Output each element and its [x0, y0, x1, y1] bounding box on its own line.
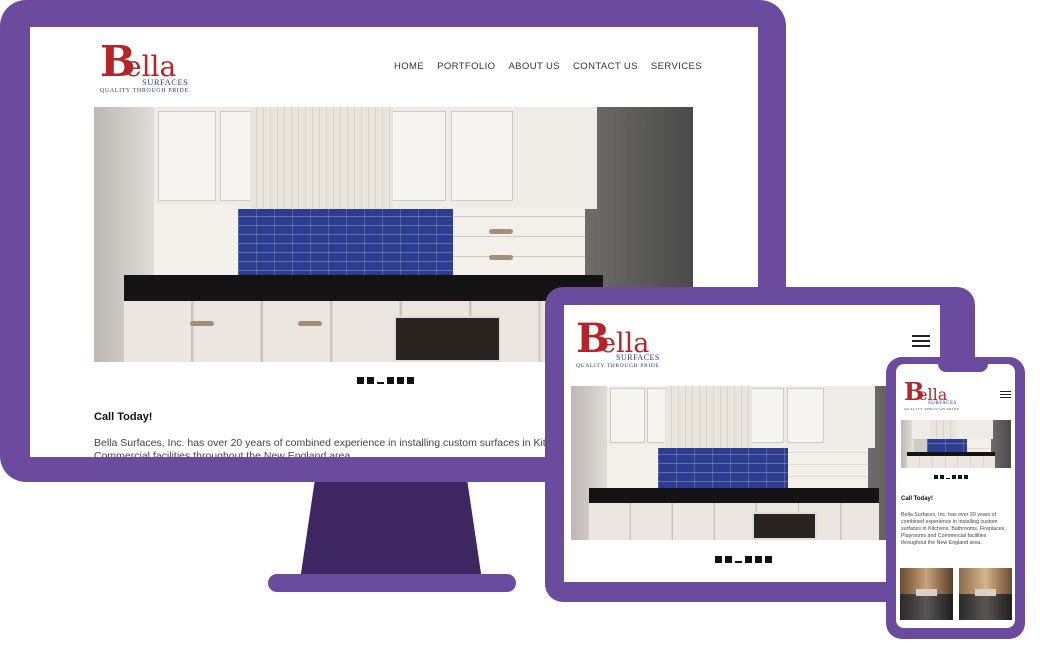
slide-dot[interactable]: [964, 475, 968, 479]
portfolio-thumbnail[interactable]: [959, 568, 1012, 620]
nav-item-portfolio[interactable]: PORTFOLIO: [437, 61, 495, 72]
nav-item-home[interactable]: HOME: [394, 61, 424, 72]
nav-item-contact-us[interactable]: CONTACT US: [573, 61, 638, 72]
hamburger-menu-icon[interactable]: [912, 335, 930, 347]
logo-sub: SURFACES: [928, 401, 957, 406]
slide-dot-active[interactable]: [377, 382, 384, 384]
slide-dot[interactable]: [934, 475, 938, 479]
slide-dot[interactable]: [357, 377, 364, 384]
logo-tagline: QUALITY THROUGH PRIDE: [576, 363, 660, 369]
intro-paragraph: Bella Surfaces, Inc. has over 20 years o…: [901, 512, 1006, 546]
desktop-monitor-stand: [300, 482, 482, 580]
hamburger-menu-icon[interactable]: [1000, 391, 1011, 398]
tablet-screen: B ella SURFACES QUALITY THROUGH PRIDE: [564, 305, 940, 582]
logo-sub: SURFACES: [616, 353, 660, 362]
slide-dot[interactable]: [755, 556, 762, 563]
site-logo[interactable]: B ella SURFACES QUALITY THROUGH PRIDE: [904, 380, 964, 414]
hero-kitchen-image: [571, 386, 933, 540]
hero-kitchen-image: [901, 420, 1011, 468]
slide-dot[interactable]: [765, 556, 772, 563]
slide-dot[interactable]: [952, 475, 956, 479]
slide-dot[interactable]: [367, 377, 374, 384]
slide-dot[interactable]: [745, 556, 752, 563]
slider-pagination: [715, 556, 772, 563]
slider-pagination: [934, 475, 968, 479]
site-logo[interactable]: B ella SURFACES QUALITY THROUGH PRIDE: [100, 41, 200, 97]
slider-pagination: [357, 377, 414, 384]
phone-screen: B ella SURFACES QUALITY THROUGH PRIDE Ca…: [896, 364, 1015, 628]
slide-dot[interactable]: [725, 556, 732, 563]
nav-item-about-us[interactable]: ABOUT US: [508, 61, 560, 72]
logo-sub: SURFACES: [142, 77, 189, 87]
slide-dot-active[interactable]: [946, 478, 950, 479]
main-nav: HOME PORTFOLIO ABOUT US CONTACT US SERVI…: [394, 61, 702, 72]
slide-dot-active[interactable]: [735, 561, 742, 563]
slide-dot[interactable]: [387, 377, 394, 384]
nav-item-services[interactable]: SERVICES: [651, 61, 702, 72]
desktop-monitor-base: [268, 574, 516, 592]
slide-dot[interactable]: [715, 556, 722, 563]
slide-dot[interactable]: [397, 377, 404, 384]
logo-tagline: QUALITY THROUGH PRIDE: [904, 407, 960, 411]
portfolio-thumbnail[interactable]: [900, 568, 953, 620]
logo-tagline: QUALITY THROUGH PRIDE: [100, 88, 189, 94]
call-heading: Call Today!: [94, 411, 153, 423]
call-heading: Call Today!: [901, 496, 933, 502]
phone-notch: [938, 362, 988, 372]
slide-dot[interactable]: [940, 475, 944, 479]
slide-dot[interactable]: [407, 377, 414, 384]
slide-dot[interactable]: [958, 475, 962, 479]
site-logo[interactable]: B ella SURFACES QUALITY THROUGH PRIDE: [576, 319, 672, 375]
